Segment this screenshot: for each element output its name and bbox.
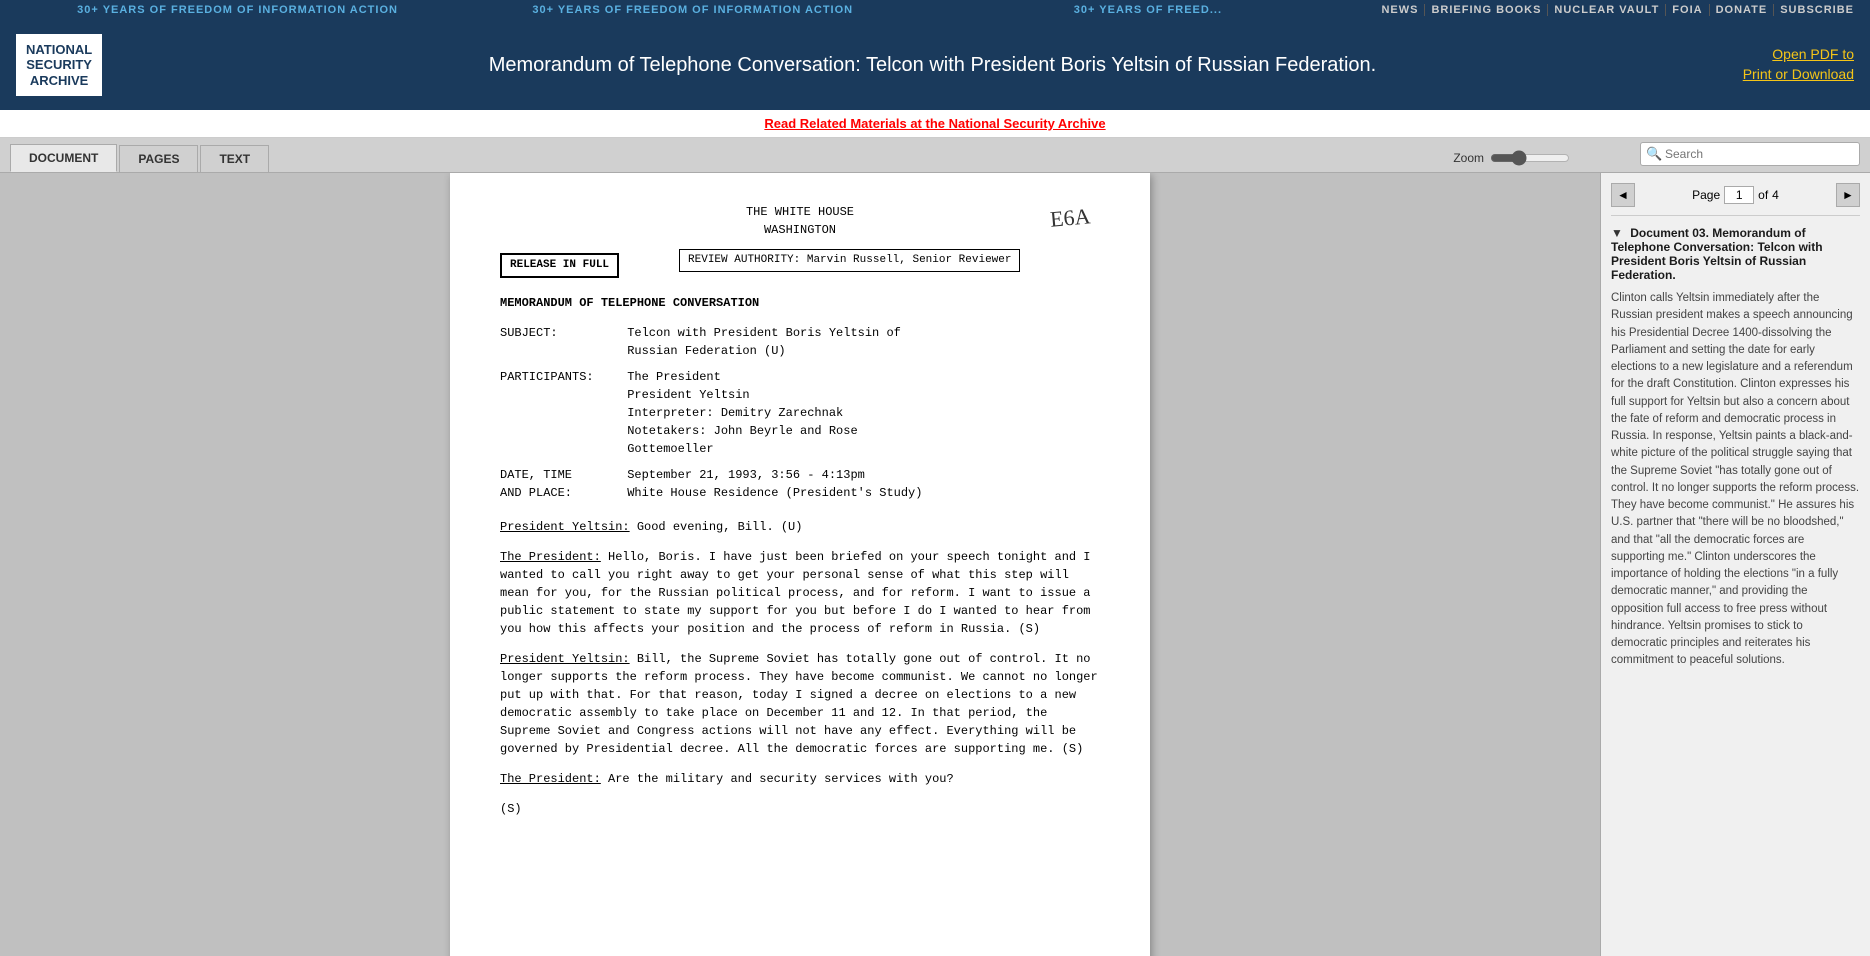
pdf-link-line2: Print or Download [1743,65,1854,85]
page-info: Page of 4 [1692,186,1779,204]
next-page-button[interactable]: ► [1836,183,1860,207]
zoom-label: Zoom [1453,151,1484,165]
logo-line3: ARCHIVE [26,73,92,89]
pdf-link-line1: Open PDF to [1743,45,1854,65]
stamps-row: RELEASE IN FULL REVIEW AUTHORITY: Marvin… [500,249,1100,278]
doc-description: ▼ Document 03. Memorandum of Telephone C… [1611,226,1860,670]
doc-viewer[interactable]: E6A THE WHITE HOUSE WASHINGTON RELEASE I… [0,173,1600,956]
participants-section: PARTICIPANTS: The PresidentPresident Yel… [500,368,1100,458]
related-link[interactable]: Read Related Materials at the National S… [764,116,1105,131]
para3: President Yeltsin: Bill, the Supreme Sov… [500,650,1100,758]
header-title: Memorandum of Telephone Conversation: Te… [122,54,1743,77]
banner-text-1: 30+ YEARS OF FREEDOM OF INFORMATION ACTI… [10,4,465,16]
release-stamp: RELEASE IN FULL [500,253,619,278]
review-authority: REVIEW AUTHORITY: Marvin Russell, Senior… [679,249,1020,272]
para3-text: Bill, the Supreme Soviet has totally gon… [500,652,1098,756]
header: NATIONAL SECURITY ARCHIVE Memorandum of … [0,20,1870,110]
washington-text: WASHINGTON [500,221,1100,239]
logo: NATIONAL SECURITY ARCHIVE [16,34,102,97]
para1-text: Good evening, Bill. (U) [637,520,803,534]
tab-document[interactable]: DOCUMENT [10,144,117,172]
nav-subscribe[interactable]: SUBSCRIBE [1774,4,1860,16]
search-wrapper: 🔍 [1640,142,1860,166]
tab-pages[interactable]: PAGES [119,145,198,172]
triangle-marker: ▼ [1611,226,1623,240]
top-banner: 30+ YEARS OF FREEDOM OF INFORMATION ACTI… [0,0,1870,20]
logo-line2: SECURITY [26,57,92,73]
doc-page: E6A THE WHITE HOUSE WASHINGTON RELEASE I… [450,173,1150,956]
subject-label: SUBJECT: [500,324,620,342]
doc-letterhead: THE WHITE HOUSE WASHINGTON [500,203,1100,239]
nav-nuclear-vault[interactable]: NUCLEAR VAULT [1548,4,1666,16]
date-value: September 21, 1993, 3:56 - 4:13pmWhite H… [627,466,922,502]
para3-speaker: President Yeltsin: [500,652,630,666]
banner-text-2: 30+ YEARS OF FREEDOM OF INFORMATION ACTI… [465,4,920,16]
zoom-controls: Zoom [1453,150,1570,166]
tab-text[interactable]: TEXT [200,145,269,172]
date-label: DATE, TIMEAND PLACE: [500,466,620,502]
doc-summary: Clinton calls Yeltsin immediately after … [1611,290,1860,670]
search-icon: 🔍 [1646,146,1662,162]
subject-section: SUBJECT: Telcon with President Boris Yel… [500,324,1100,360]
nav-briefing-books[interactable]: BRIEFING BOOKS [1425,4,1548,16]
nav-news[interactable]: NEWS [1375,4,1425,16]
banner-text-3: 30+ YEARS OF FREED... [920,4,1375,16]
handwritten-annotation: E6A [1048,199,1091,235]
memo-header: MEMORANDUM OF TELEPHONE CONVERSATION [500,294,1100,312]
para4-text: Are the military and security services w… [608,772,954,786]
of-label: of [1758,188,1768,202]
nav-donate[interactable]: DONATE [1710,4,1775,16]
para4-continuation: (S) [500,800,1100,818]
subject-value: Telcon with President Boris Yeltsin ofRu… [627,324,901,360]
participants-value: The PresidentPresident YeltsinInterprete… [627,368,857,458]
nav-foia[interactable]: FOIA [1666,4,1709,16]
total-pages: 4 [1772,188,1779,202]
related-bar: Read Related Materials at the National S… [0,110,1870,138]
pdf-link[interactable]: Open PDF to Print or Download [1743,45,1854,84]
participants-label: PARTICIPANTS: [500,368,620,386]
para2-speaker: The President: [500,550,601,564]
search-input[interactable] [1640,142,1860,166]
white-house-text: THE WHITE HOUSE [500,203,1100,221]
doc-title: ▼ Document 03. Memorandum of Telephone C… [1611,226,1860,282]
page-nav-bar: ◄ Page of 4 ► [1611,183,1860,216]
prev-page-button[interactable]: ◄ [1611,183,1635,207]
date-section: DATE, TIMEAND PLACE: September 21, 1993,… [500,466,1100,502]
para4-speaker: The President: [500,772,601,786]
main-area: E6A THE WHITE HOUSE WASHINGTON RELEASE I… [0,173,1870,956]
para1: President Yeltsin: Good evening, Bill. (… [500,518,1100,536]
zoom-slider[interactable] [1490,150,1570,166]
doc-title-text: Document 03. Memorandum of Telephone Con… [1611,226,1823,282]
logo-line1: NATIONAL [26,42,92,58]
page-number-input[interactable] [1724,186,1754,204]
para1-speaker: President Yeltsin: [500,520,630,534]
right-panel: ◄ Page of 4 ► ▼ Document 03. Memorandum … [1600,173,1870,956]
tab-bar: DOCUMENT PAGES TEXT Zoom 🔍 [0,138,1870,173]
top-nav: NEWS BRIEFING BOOKS NUCLEAR VAULT FOIA D… [1375,4,1860,16]
page-label: Page [1692,188,1720,202]
para4: The President: Are the military and secu… [500,770,1100,788]
para2: The President: Hello, Boris. I have just… [500,548,1100,638]
